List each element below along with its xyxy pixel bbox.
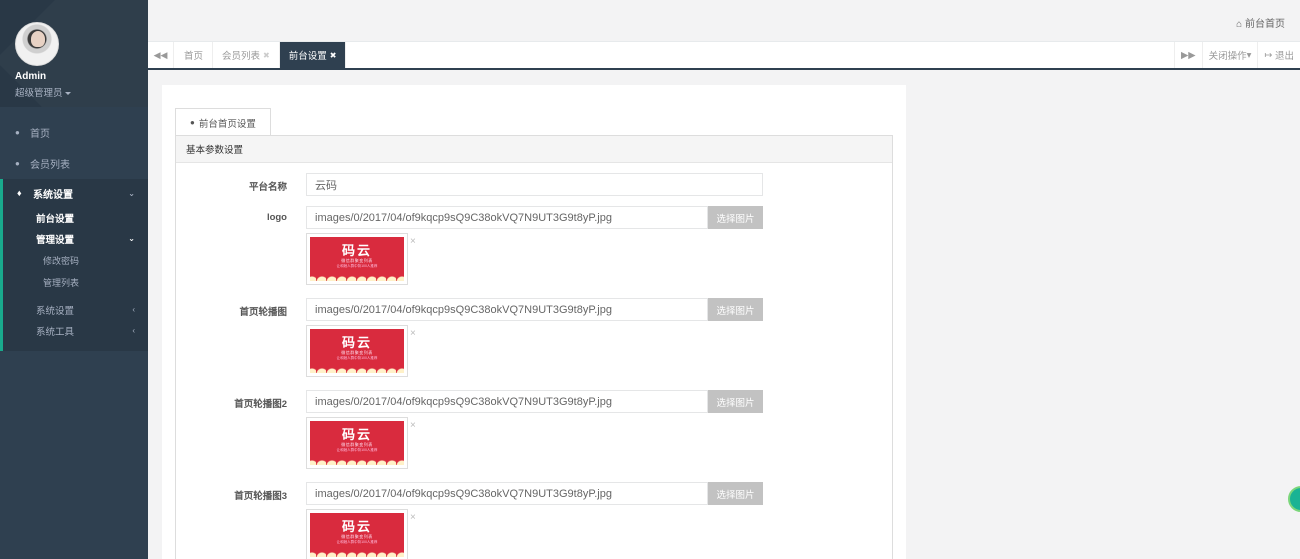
tab-label: 前台首页设置 [198,118,256,130]
caret-down-icon [64,91,71,95]
tab-label: 会员列表 [222,51,261,62]
close-tab-icon[interactable]: ✖ [263,51,270,60]
double-left-icon: ◀◀ [153,49,168,60]
platform-name-input[interactable]: 云码 [306,173,763,196]
sidebar: Admin 超级管理员 ● 首页 ● 会员列表 ♦ 系统设置 ⌄ 前台设置 管理设置 ⌄ … [0,0,148,559]
sidebar-item-members[interactable]: ● 会员列表 [0,148,148,179]
banner-image: 码云 微信群聚变列表 让和她人群中背100人推荐 [310,513,404,557]
user-icon: ● [190,118,195,127]
close-ops-label: 关闭操作 [1208,51,1247,62]
remove-image-icon[interactable]: × [410,328,416,339]
logout-button[interactable]: ↦ 退出 [1257,42,1300,68]
chevron-left-icon: ‹ [132,326,135,335]
avatar[interactable] [15,22,59,66]
choose-image-button[interactable]: 选择图片 [708,482,763,505]
home-icon: ⌂ [1236,19,1243,30]
sidebar-item-system-settings[interactable]: ♦ 系统设置 ⌄ [3,179,148,207]
panel-title: 基本参数设置 [176,136,892,163]
tab-tools: ▶▶ 关闭操作 ▾ ↦ 退出 [1173,42,1300,68]
settings-panel: 基本参数设置 平台名称 云码 logo images/0/2017/04/of9… [175,135,893,559]
field-label: 首页轮播图3 [234,491,287,502]
tab-label: 首页 [184,51,204,62]
home-link-label: 前台首页 [1245,19,1285,30]
chevron-down-icon: ⌄ [128,234,135,243]
chevron-left-icon: ‹ [132,305,135,314]
user-role-dropdown[interactable]: 超级管理员 [15,85,148,99]
carousel3-path-input[interactable]: images/0/2017/04/of9kqcp9sQ9C38okVQ7N9UT… [306,482,708,505]
image-thumbnail: 码云 微信群聚变列表 让和她人群中背100人推荐 [306,417,408,469]
choose-image-button[interactable]: 选择图片 [708,206,763,229]
banner-image: 码云 微信群聚变列表 让和她人群中背100人推荐 [310,421,404,465]
tabs-scroll-right-button[interactable]: ▶▶ [1173,42,1202,68]
carousel1-path-input[interactable]: images/0/2017/04/of9kqcp9sQ9C38okVQ7N9UT… [306,298,708,321]
chevron-down-icon: ⌄ [128,188,135,198]
profile-panel: Admin 超级管理员 [0,0,148,107]
close-operations-dropdown[interactable]: 关闭操作 ▾ [1201,42,1258,68]
remove-image-icon[interactable]: × [410,420,416,431]
field-label: logo [266,212,287,223]
sidebar-item-system-tools[interactable]: 系统工具 ‹ [3,320,148,341]
banner-image: 码云 微信群聚变列表 让和她人群中背100人推荐 [310,237,404,281]
sidebar-item-admin-list[interactable]: 管理列表 [3,271,148,293]
choose-image-button[interactable]: 选择图片 [708,298,763,321]
carousel2-path-input[interactable]: images/0/2017/04/of9kqcp9sQ9C38okVQ7N9UT… [306,390,708,413]
cutlery-icon: ♦ [17,188,22,198]
remove-image-icon[interactable]: × [410,512,416,523]
tab-home[interactable]: 首页 [175,42,214,68]
tab-members[interactable]: 会员列表 ✖ [213,42,280,68]
image-thumbnail: 码云 微信群聚变列表 让和她人群中背100人推荐 [306,233,408,285]
tab-label: 前台设置 [288,51,327,62]
field-label: 平台名称 [248,182,287,193]
sidebar-item-label: 会员列表 [30,160,70,171]
field-label: 首页轮播图2 [234,399,287,410]
sidebar-item-admin-settings[interactable]: 管理设置 ⌄ [3,228,148,249]
user-icon: ● [15,128,20,137]
image-thumbnail: 码云 微信群聚变列表 让和她人群中背100人推荐 [306,509,408,559]
choose-image-button[interactable]: 选择图片 [708,390,763,413]
floating-action-button[interactable] [1288,486,1300,512]
banner-image: 码云 微信群聚变列表 让和她人群中背100人推荐 [310,329,404,373]
sidebar-item-label: 系统工具 [36,326,75,338]
user-icon: ● [15,159,20,168]
sidebar-item-label: 系统设置 [33,189,73,201]
logout-icon: ↦ [1264,49,1273,61]
logo-path-input[interactable]: images/0/2017/04/of9kqcp9sQ9C38okVQ7N9UT… [306,206,708,229]
tab-frontend-settings[interactable]: 前台设置 ✖ [279,42,347,68]
tab-bar: ◀◀ 首页 会员列表 ✖ 前台设置 ✖ ▶▶ 关闭操作 ▾ ↦ 退出 [148,42,1300,70]
field-label: 首页轮播图 [239,307,287,318]
double-right-icon: ▶▶ [1180,49,1196,61]
logout-label: 退出 [1274,51,1294,62]
tabs-scroll-left-button[interactable]: ◀◀ [148,42,174,68]
sidebar-item-home[interactable]: ● 首页 [0,117,148,148]
top-header: ⌂ 前台首页 [148,0,1300,42]
caret-down-icon: ▾ [1246,49,1252,61]
sidebar-item-label: 首页 [30,129,50,140]
username: Admin [15,71,47,82]
sidebar-item-system-settings-sub[interactable]: 系统设置 ‹ [3,299,148,320]
sidebar-item-label: 管理设置 [36,234,75,246]
sidebar-group-system: ♦ 系统设置 ⌄ 前台设置 管理设置 ⌄ 修改密码 管理列表 系统设置 ‹ 系统工具 ‹ [0,179,148,351]
user-role-label: 超级管理员 [15,88,63,99]
sidebar-item-label: 系统设置 [36,305,75,317]
content-card: ● 前台首页设置 基本参数设置 平台名称 云码 logo images/0/201… [162,85,906,559]
tabs: 首页 会员列表 ✖ 前台设置 ✖ [175,42,347,68]
close-tab-icon[interactable]: ✖ [330,51,337,60]
sidebar-item-change-password[interactable]: 修改密码 [3,249,148,271]
frontend-home-link[interactable]: ⌂ 前台首页 [1236,15,1285,30]
image-thumbnail: 码云 微信群聚变列表 让和她人群中背100人推荐 [306,325,408,377]
tab-frontend-home-settings[interactable]: ● 前台首页设置 [175,108,271,136]
sidebar-item-frontend-settings[interactable]: 前台设置 [3,207,148,228]
remove-image-icon[interactable]: × [410,236,416,247]
